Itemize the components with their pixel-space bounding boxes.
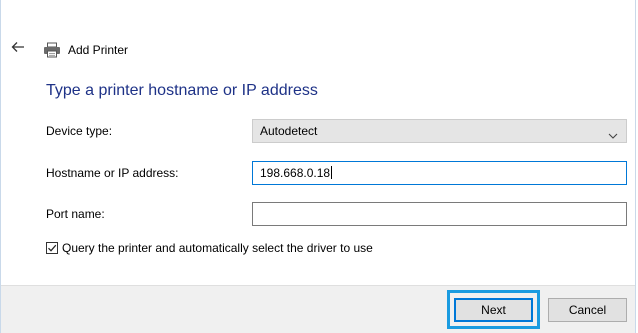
port-name-input[interactable] (252, 202, 627, 226)
back-button[interactable] (7, 38, 29, 60)
wizard-title: Add Printer (68, 43, 129, 57)
hostname-input[interactable]: 198.668.0.18 (252, 161, 627, 185)
query-printer-option[interactable]: Query the printer and automatically sele… (46, 240, 373, 256)
device-type-select[interactable]: Autodetect (252, 119, 627, 143)
hostname-label: Hostname or IP address: (46, 166, 179, 180)
port-name-label: Port name: (46, 207, 105, 221)
text-caret (331, 166, 333, 179)
cancel-button[interactable]: Cancel (548, 298, 627, 322)
query-printer-label: Query the printer and automatically sele… (62, 241, 373, 255)
device-type-value: Autodetect (260, 124, 318, 138)
chevron-down-icon (608, 127, 618, 139)
next-button[interactable]: Next (454, 298, 533, 322)
hostname-value: 198.668.0.18 (260, 166, 333, 180)
device-type-label: Device type: (46, 124, 113, 138)
wizard-header: Add Printer (1, 34, 635, 64)
printer-icon (43, 42, 61, 58)
checkmark-icon (48, 244, 57, 252)
add-printer-window: Add Printer Type a printer hostname or I… (0, 0, 636, 333)
query-printer-checkbox[interactable] (46, 242, 58, 254)
page-heading: Type a printer hostname or IP address (46, 82, 318, 99)
title-bar (1, 0, 635, 22)
hostname-text: 198.668.0.18 (260, 166, 331, 180)
arrow-left-icon (11, 40, 25, 58)
